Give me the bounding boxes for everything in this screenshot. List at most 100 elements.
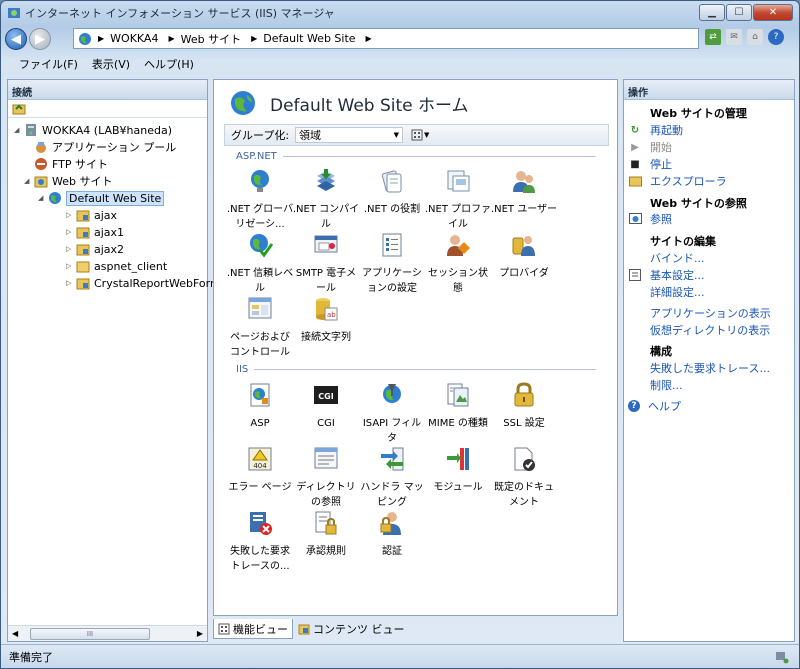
- tree-node-ajax2[interactable]: ▷ ajax2: [66, 241, 124, 257]
- tree-node-app-pools[interactable]: アプリケーション プール: [34, 139, 176, 155]
- feature-default-document[interactable]: 既定のドキュメント: [490, 446, 558, 510]
- action-browse[interactable]: 参照: [628, 211, 672, 227]
- feature-net-users[interactable]: .NET ユーザー: [490, 168, 558, 217]
- tree-node-ajax[interactable]: ▷ ajax: [66, 207, 117, 223]
- session-icon: [447, 235, 470, 256]
- horizontal-scrollbar[interactable]: ◀ III ▶: [8, 625, 207, 641]
- menu-help[interactable]: ヘルプ(H): [144, 56, 194, 72]
- close-button[interactable]: ✕: [753, 4, 793, 21]
- menu-file[interactable]: ファイル(F): [19, 56, 78, 72]
- view-mode-button[interactable]: ▼: [411, 129, 429, 141]
- grid-view-icon: [411, 129, 423, 141]
- connection-status-icon: [776, 652, 789, 664]
- group-by-select[interactable]: 領域 ▼: [295, 127, 404, 143]
- address-segment-websites[interactable]: Web サイト: [181, 31, 241, 47]
- feature-net-trust-levels[interactable]: .NET 信頼レベル: [226, 232, 294, 296]
- chevron-down-icon: ▼: [393, 131, 400, 139]
- feature-handler-mappings[interactable]: ハンドラ マッピング: [358, 446, 426, 510]
- home-icon[interactable]: ⌂: [747, 29, 763, 45]
- action-failed-request-tracing[interactable]: 失敗した要求トレース...: [650, 360, 770, 376]
- mail-icon[interactable]: ✉: [726, 29, 742, 45]
- tab-features-view[interactable]: 機能ビュー: [213, 619, 293, 639]
- feature-app-settings[interactable]: アプリケーションの設定: [358, 232, 426, 296]
- action-view-applications[interactable]: アプリケーションの表示: [650, 305, 771, 321]
- tree-node-default-web-site[interactable]: ◢ Default Web Site: [38, 190, 165, 206]
- feature-cgi[interactable]: CGI CGI: [292, 382, 360, 431]
- scroll-right-icon[interactable]: ▶: [197, 629, 203, 638]
- tree-node-ajax1[interactable]: ▷ ajax1: [66, 224, 124, 240]
- action-restart[interactable]: ↻ 再起動: [628, 122, 683, 138]
- address-segment-server[interactable]: WOKKA4: [110, 32, 158, 45]
- action-explore[interactable]: エクスプローラ: [628, 173, 727, 189]
- feature-authorization-rules[interactable]: 承認規則: [292, 510, 360, 559]
- restart-icon: ↻: [630, 124, 640, 136]
- page-title: Default Web Site ホーム: [230, 90, 469, 116]
- action-bindings[interactable]: バインド...: [650, 250, 705, 266]
- feature-authentication[interactable]: 認証: [358, 510, 426, 559]
- tree-node-aspnet-client[interactable]: ▷ aspnet_client: [66, 258, 167, 274]
- tree-node-server[interactable]: ◢ WOKKA4 (LAB¥haneda): [14, 122, 172, 138]
- svg-text:CGI: CGI: [318, 392, 333, 401]
- address-bar[interactable]: ▶ WOKKA4 ▶ Web サイト ▶ Default Web Site ▶: [73, 28, 699, 49]
- collapse-icon[interactable]: ◢: [38, 194, 48, 202]
- expand-icon[interactable]: ▷: [66, 245, 76, 253]
- actions-title: 操作: [624, 80, 794, 100]
- connect-icon[interactable]: [12, 102, 26, 116]
- group-by-bar: グループ化: 領域 ▼ ▼: [224, 124, 609, 146]
- feature-net-globalization[interactable]: .NET グローバリゼーシ...: [226, 168, 294, 232]
- feature-session-state[interactable]: セッション状態: [424, 232, 492, 296]
- tree-node-crystal-report[interactable]: ▷ CrystalReportWebForm: [66, 275, 221, 291]
- play-icon: ▶: [631, 141, 639, 153]
- section-header-aspnet: ASP.NET: [236, 151, 596, 162]
- feature-directory-browsing[interactable]: ディレクトリの参照: [292, 446, 360, 510]
- minimize-button[interactable]: ▁: [699, 4, 725, 21]
- app-folder-icon: [76, 244, 90, 256]
- app-folder-icon: [76, 210, 90, 222]
- feature-modules[interactable]: モジュール: [424, 446, 492, 495]
- tab-content-view[interactable]: コンテンツ ビュー: [293, 619, 410, 639]
- feature-providers[interactable]: プロバイダ: [490, 232, 558, 281]
- expand-icon[interactable]: ▷: [66, 228, 76, 236]
- chevron-right-icon: ▶: [365, 34, 372, 43]
- window-controls: ▁ ☐ ✕: [699, 4, 793, 21]
- directory-icon: [314, 447, 338, 469]
- feature-net-compilation[interactable]: .NET コンパイル: [292, 168, 360, 232]
- expand-icon[interactable]: ▷: [66, 262, 76, 270]
- feature-smtp-email[interactable]: SMTP 電子メール: [292, 232, 360, 296]
- scroll-left-icon[interactable]: ◀: [12, 629, 18, 638]
- feature-failed-request-tracing[interactable]: 失敗した要求トレースの...: [226, 510, 294, 574]
- action-limits[interactable]: 制限...: [650, 377, 683, 393]
- expand-icon[interactable]: ▷: [66, 279, 76, 287]
- feature-error-pages[interactable]: 404 エラー ページ: [226, 446, 294, 495]
- feature-mime-types[interactable]: MIME の種類: [424, 382, 492, 431]
- tree-node-web-sites[interactable]: ◢ Web サイト: [24, 173, 112, 189]
- maximize-button[interactable]: ☐: [726, 4, 752, 21]
- feature-pages-controls[interactable]: ページおよびコントロール: [226, 296, 294, 360]
- forward-button[interactable]: ▶: [29, 28, 51, 50]
- collapse-icon[interactable]: ◢: [24, 177, 34, 185]
- feature-asp[interactable]: ASP: [226, 382, 294, 431]
- content-view-icon: [298, 624, 310, 635]
- menu-view[interactable]: 表示(V): [92, 56, 130, 72]
- collapse-icon[interactable]: ◢: [14, 126, 24, 134]
- feature-net-roles[interactable]: .NET の役割: [358, 168, 426, 217]
- action-stop[interactable]: ■ 停止: [628, 156, 672, 172]
- chevron-right-icon: ▶: [98, 34, 105, 43]
- tree-node-ftp-sites[interactable]: FTP サイト: [34, 156, 108, 172]
- action-view-virtual-dirs[interactable]: 仮想ディレクトリの表示: [650, 322, 770, 338]
- address-segment-site[interactable]: Default Web Site: [263, 32, 355, 45]
- back-button[interactable]: ◀: [5, 28, 27, 50]
- expand-icon[interactable]: ▷: [66, 211, 76, 219]
- feature-ssl-settings[interactable]: SSL 設定: [490, 382, 558, 431]
- action-start[interactable]: ▶ 開始: [628, 139, 672, 155]
- action-basic-settings[interactable]: 基本設定...: [628, 267, 705, 283]
- feature-net-profile[interactable]: .NET プロファイル: [424, 168, 492, 232]
- feature-isapi-filters[interactable]: ISAPI フィルタ: [358, 382, 426, 446]
- network-icon[interactable]: ⇄: [705, 29, 721, 45]
- scroll-thumb[interactable]: III: [30, 627, 150, 640]
- action-help[interactable]: ? ヘルプ: [628, 398, 681, 414]
- feature-connection-strings[interactable]: ab 接続文字列: [292, 296, 360, 345]
- action-advanced-settings[interactable]: 詳細設定...: [650, 284, 705, 300]
- help-icon[interactable]: ?: [768, 29, 784, 45]
- authentication-icon: [380, 512, 401, 535]
